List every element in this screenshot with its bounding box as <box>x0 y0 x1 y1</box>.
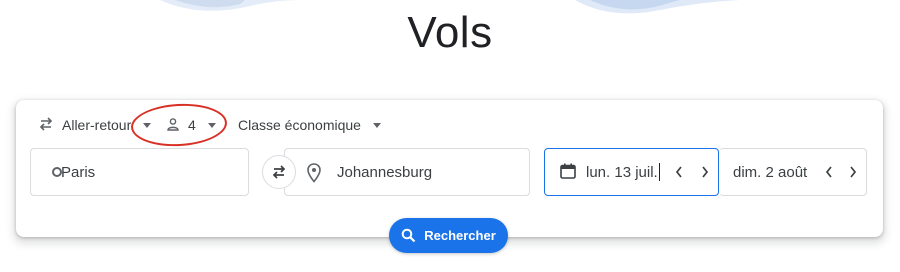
flight-search-card: Aller-retour 4 Classe économique Paris J… <box>16 100 883 253</box>
return-date-input[interactable]: dim. 2 août <box>719 148 867 196</box>
trip-type-label: Aller-retour <box>62 117 132 133</box>
person-icon <box>166 117 180 134</box>
departure-date-input[interactable]: lun. 13 juil. <box>544 148 719 196</box>
chevron-left-icon <box>825 166 832 178</box>
passengers-dropdown[interactable]: 4 <box>166 114 216 136</box>
swap-arrows-icon <box>272 165 286 179</box>
swap-cities-button[interactable] <box>262 155 296 189</box>
return-prev-day-button[interactable] <box>821 164 837 180</box>
circle-icon <box>52 167 62 177</box>
chevron-right-icon <box>702 166 709 178</box>
search-icon <box>401 228 416 243</box>
departure-date-value: lun. 13 juil. <box>586 163 658 181</box>
search-button-label: Rechercher <box>424 228 496 243</box>
text-cursor <box>658 163 660 181</box>
return-date-value: dim. 2 août <box>733 163 808 181</box>
chevron-down-icon <box>372 122 381 128</box>
departure-prev-day-button[interactable] <box>671 164 687 180</box>
passengers-count: 4 <box>188 117 196 133</box>
cabin-class-dropdown[interactable]: Classe économique <box>238 114 381 136</box>
destination-value: Johannesburg <box>337 163 433 181</box>
search-button[interactable]: Rechercher <box>389 218 508 253</box>
search-options-row: Aller-retour 4 Classe économique <box>16 100 883 146</box>
origin-input[interactable]: Paris <box>30 148 249 196</box>
chevron-left-icon <box>675 166 682 178</box>
location-pin-icon <box>307 163 321 187</box>
return-next-day-button[interactable] <box>845 164 861 180</box>
origin-value: Paris <box>61 163 96 181</box>
flights-page: Vols Aller-retour 4 Classe économique Pa… <box>0 0 900 272</box>
chevron-right-icon <box>850 166 857 178</box>
page-title: Vols <box>407 8 493 57</box>
chevron-down-icon <box>207 122 216 128</box>
cabin-class-label: Classe économique <box>238 117 361 133</box>
trip-type-dropdown[interactable]: Aller-retour <box>38 114 152 136</box>
swap-horizontal-icon <box>38 116 54 135</box>
chevron-down-icon <box>143 122 152 128</box>
departure-next-day-button[interactable] <box>697 164 713 180</box>
calendar-icon <box>559 162 577 184</box>
destination-input[interactable]: Johannesburg <box>284 148 530 196</box>
